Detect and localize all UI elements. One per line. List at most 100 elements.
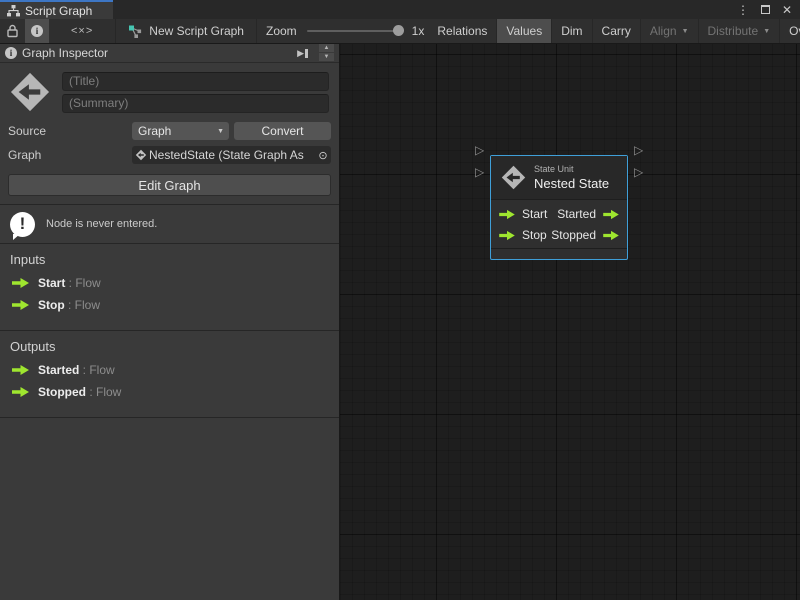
input-pin-row: Start : Flow <box>12 276 329 290</box>
tab-script-graph[interactable]: Script Graph <box>0 0 113 19</box>
flow-arrow-icon <box>12 364 29 376</box>
pin-type: : Flow <box>65 276 100 290</box>
external-port-icon[interactable]: ▷ <box>634 144 643 156</box>
zoom-slider[interactable] <box>307 30 402 32</box>
overview-button[interactable]: Overview <box>780 19 800 43</box>
input-pin-row: Stop : Flow <box>12 298 329 312</box>
info-icon: i <box>31 25 43 37</box>
graph-node-icon <box>128 25 143 38</box>
flow-output-port[interactable] <box>603 230 619 241</box>
inspector-header: i Graph Inspector ▶ ▲ ▼ <box>0 44 339 63</box>
align-label: Align <box>650 24 677 38</box>
distribute-button: Distribute ▼ <box>699 19 781 43</box>
zoom-label: Zoom <box>266 24 297 38</box>
pin-name: Stopped <box>38 385 86 399</box>
source-dropdown[interactable]: Graph ▼ <box>132 122 229 140</box>
warning-text: Node is never entered. <box>46 218 157 230</box>
script-graph-window: Script Graph ⋮ ✕ i <×> <box>0 0 800 600</box>
code-view-button[interactable]: <×> <box>49 19 116 43</box>
dock-icon[interactable]: ▶ <box>297 48 308 59</box>
state-graph-asset-icon <box>135 149 147 161</box>
pin-type: : Flow <box>65 298 100 312</box>
graph-title-input[interactable] <box>62 72 329 91</box>
warning-icon: ! <box>10 212 36 237</box>
object-picker-icon[interactable]: ⊙ <box>315 149 331 162</box>
output-pin-row: Started : Flow <box>12 363 329 377</box>
chevron-down-icon: ▼ <box>763 28 770 35</box>
port-row: Stop Stopped <box>499 228 619 242</box>
relations-button[interactable]: Relations <box>428 19 497 43</box>
window-menu-icon[interactable]: ⋮ <box>737 4 749 16</box>
inspector-toggle-button[interactable]: i <box>25 19 49 43</box>
flow-arrow-icon <box>12 386 29 398</box>
dim-button[interactable]: Dim <box>552 19 592 43</box>
state-unit-icon <box>4 70 56 114</box>
flow-arrow-icon <box>12 299 29 311</box>
port-in-label: Start <box>522 207 547 221</box>
graph-summary-input[interactable] <box>62 94 329 113</box>
info-icon: i <box>5 47 17 59</box>
port-out-label: Started <box>557 207 596 221</box>
inputs-section: Inputs Start : Flow Stop : Flow <box>0 244 339 330</box>
port-out: Started <box>557 207 619 221</box>
external-port-icon[interactable]: ▷ <box>475 144 484 156</box>
port-in-label: Stop <box>522 228 547 242</box>
external-port-icon[interactable]: ▷ <box>475 166 484 178</box>
lock-button[interactable] <box>0 19 25 43</box>
dock-arrow-glyph: ▶ <box>297 48 304 59</box>
pin-name: Start <box>38 276 65 290</box>
overview-label: Overview <box>789 24 800 38</box>
zoom-slider-handle[interactable] <box>393 25 404 36</box>
flow-input-port[interactable] <box>499 209 515 220</box>
maximize-icon[interactable] <box>761 5 770 14</box>
chevron-down-icon: ▼ <box>682 28 689 35</box>
graph-hierarchy-icon <box>7 5 20 17</box>
values-button[interactable]: Values <box>497 19 552 43</box>
node-header[interactable]: State Unit Nested State <box>491 156 627 200</box>
values-label: Values <box>506 24 542 38</box>
flow-output-port[interactable] <box>603 209 619 220</box>
graph-object-value: NestedState (State Graph As <box>149 148 315 162</box>
node-body: Start Started Stop <box>491 200 627 248</box>
inspector-empty-area <box>0 418 339 600</box>
toolbar: i <×> New Script Graph Zoom 1x Relations <box>0 19 800 44</box>
zoom-value: 1x <box>412 24 425 38</box>
edit-graph-button[interactable]: Edit Graph <box>8 174 331 196</box>
node-title: Nested State <box>534 176 609 191</box>
close-icon[interactable]: ✕ <box>782 4 792 16</box>
convert-button[interactable]: Convert <box>234 122 331 140</box>
graph-canvas[interactable]: ▷ ▷ ▷ ▷ State Unit Nested State <box>340 44 800 600</box>
main-area: i Graph Inspector ▶ ▲ ▼ <box>0 44 800 600</box>
node-titles: State Unit Nested State <box>534 164 609 191</box>
convert-label: Convert <box>261 124 303 138</box>
outputs-section: Outputs Started : Flow Stopped : Flow <box>0 331 339 417</box>
scroll-up-icon[interactable]: ▲ <box>319 44 334 52</box>
port-row: Start Started <box>499 207 619 221</box>
new-script-graph-label: New Script Graph <box>149 24 244 38</box>
carry-button[interactable]: Carry <box>593 19 641 43</box>
titlebar: Script Graph ⋮ ✕ <box>0 0 800 19</box>
relations-label: Relations <box>437 24 487 38</box>
dim-label: Dim <box>561 24 582 38</box>
pin-name: Stop <box>38 298 65 312</box>
node-kind: State Unit <box>534 164 609 174</box>
scroll-arrows[interactable]: ▲ ▼ <box>319 44 334 62</box>
inputs-header: Inputs <box>10 252 329 267</box>
titlebar-spacer <box>113 0 737 19</box>
inspector-title: Graph Inspector <box>22 46 292 60</box>
source-label: Source <box>8 124 132 138</box>
align-button: Align ▼ <box>641 19 699 43</box>
warning-row: ! Node is never entered. <box>0 205 339 243</box>
pin-type: : Flow <box>79 363 114 377</box>
scroll-down-icon[interactable]: ▼ <box>319 53 334 61</box>
flow-input-port[interactable] <box>499 230 515 241</box>
pin-name: Started <box>38 363 79 377</box>
external-port-icon[interactable]: ▷ <box>634 166 643 178</box>
graph-inspector-panel: i Graph Inspector ▶ ▲ ▼ <box>0 44 340 600</box>
graph-object-field[interactable]: NestedState (State Graph As ⊙ <box>132 146 331 164</box>
lock-icon <box>6 24 19 38</box>
graph-field-label: Graph <box>8 148 132 162</box>
new-script-graph-button[interactable]: New Script Graph <box>116 19 257 43</box>
nested-state-node[interactable]: State Unit Nested State Start Started <box>490 155 628 260</box>
chevron-down-icon: ▼ <box>217 128 224 135</box>
